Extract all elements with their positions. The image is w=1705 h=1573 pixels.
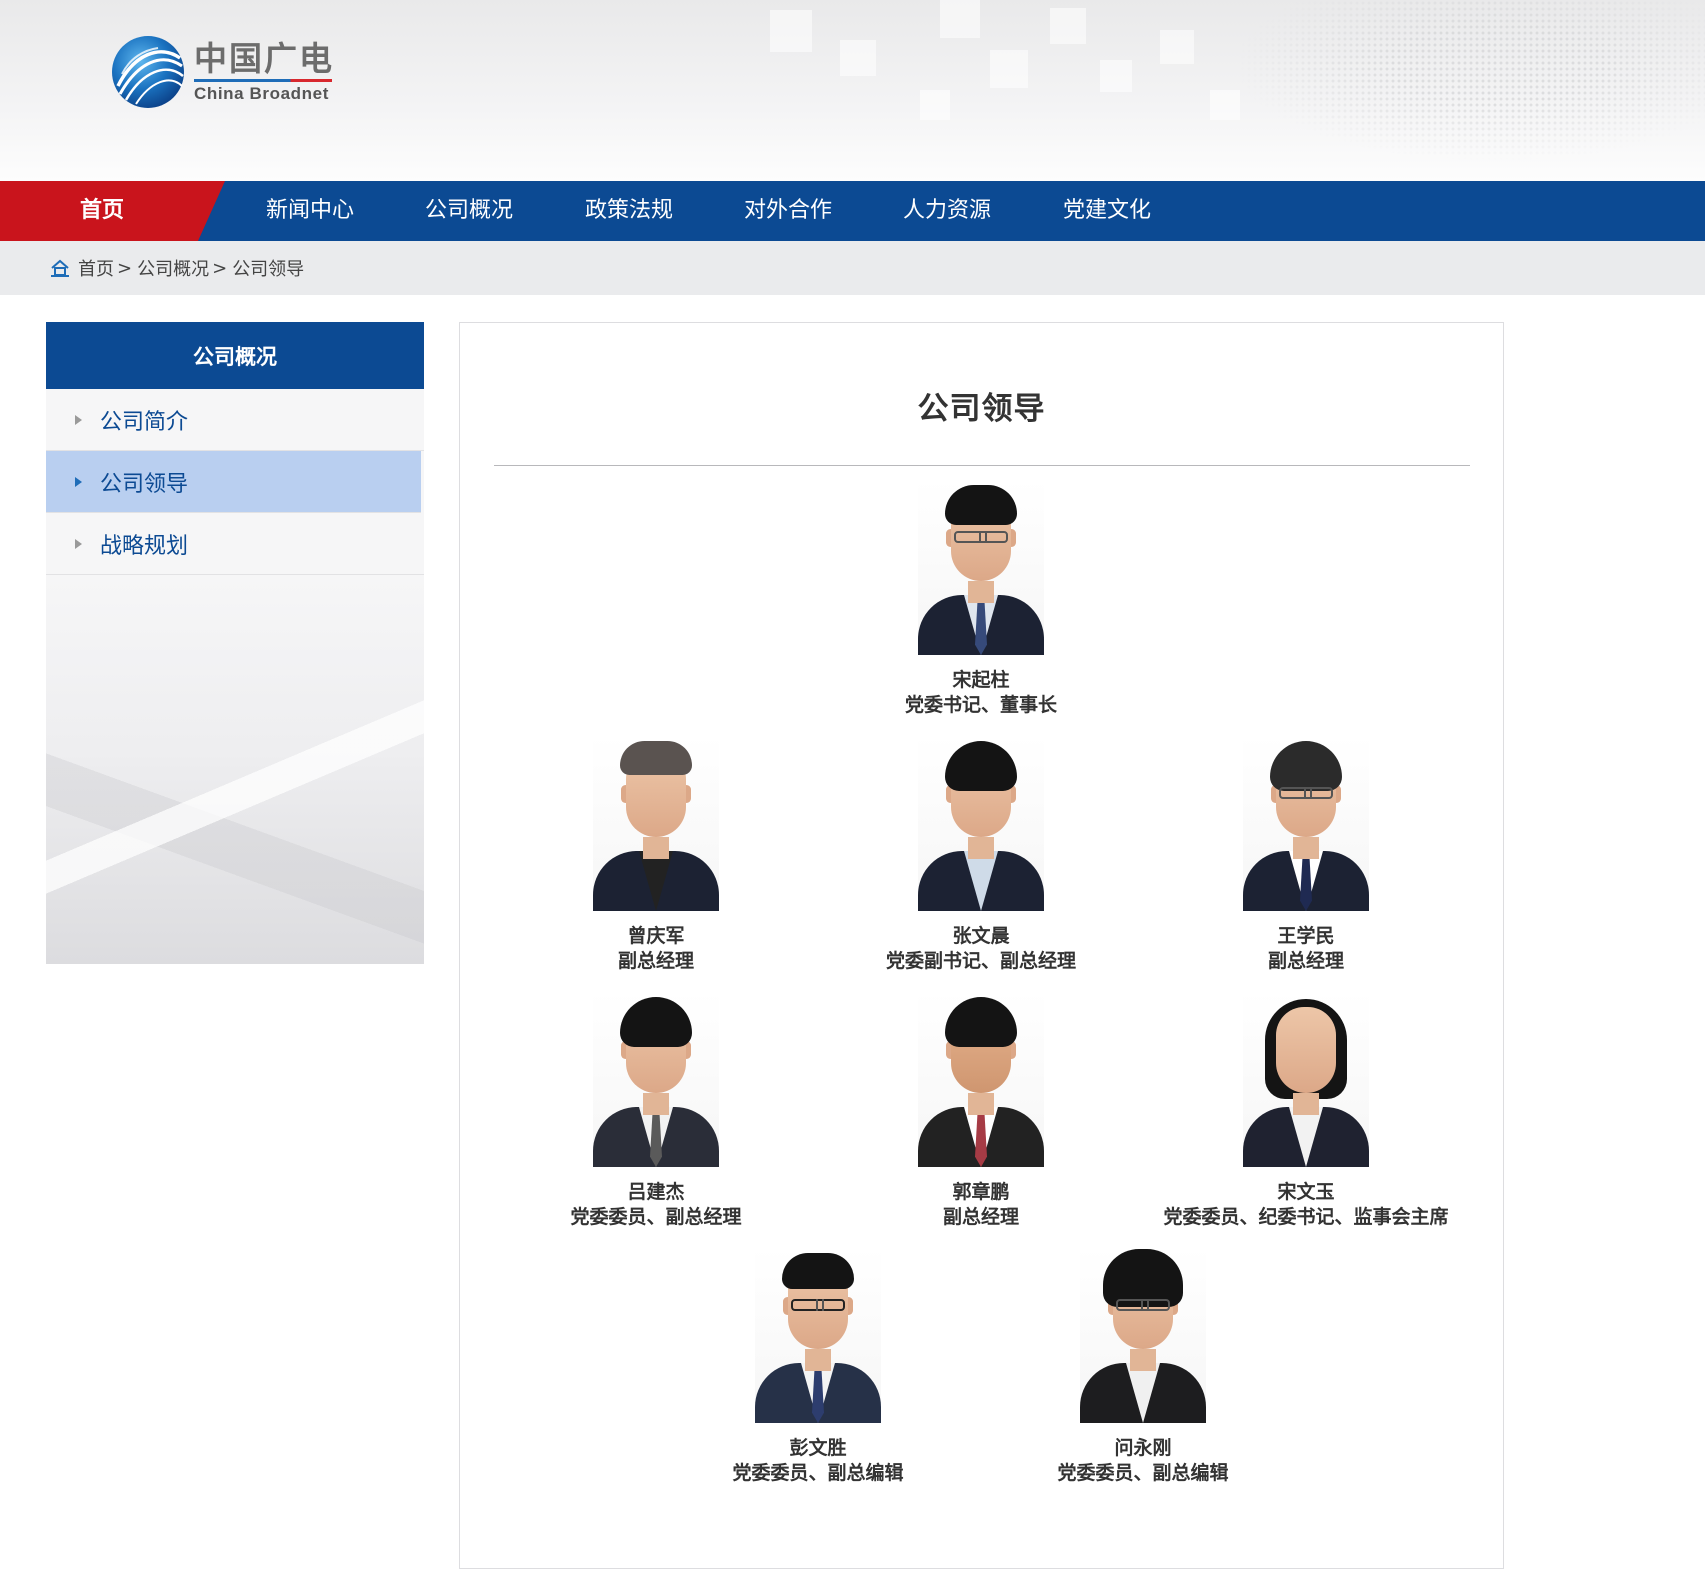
leader-card[interactable]: 张文晨 党委副书记、副总经理 xyxy=(881,735,1081,974)
home-icon xyxy=(51,259,69,277)
leader-photo xyxy=(918,479,1044,655)
leader-name: 问永刚 xyxy=(1114,1437,1172,1459)
breadcrumb: 首页 > 公司概况 > 公司领导 xyxy=(50,241,304,295)
leader-card[interactable]: 宋文玉 党委委员、纪委书记、监事会主席 xyxy=(1136,991,1476,1230)
leader-photo xyxy=(1080,1247,1206,1423)
leader-title: 党委副书记、副总经理 xyxy=(885,950,1076,972)
breadcrumb-current[interactable]: 公司领导 xyxy=(232,255,304,281)
leader-title: 党委书记、董事长 xyxy=(904,694,1057,716)
sidebar-item-strategy[interactable]: 战略规划 xyxy=(46,513,424,575)
leader-card[interactable]: 郭章鹏 副总经理 xyxy=(881,991,1081,1230)
breadcrumb-home[interactable]: 首页 xyxy=(78,255,114,281)
breadcrumb-company[interactable]: 公司概况 xyxy=(137,255,209,281)
world-map-decoration xyxy=(1240,0,1705,160)
leader-title: 党委委员、副总经理 xyxy=(570,1206,742,1228)
nav-item-hr[interactable]: 人力资源 xyxy=(903,181,991,241)
leader-photo xyxy=(918,735,1044,911)
leader-photo xyxy=(593,991,719,1167)
title-divider xyxy=(494,465,1470,466)
leader-photo xyxy=(918,991,1044,1167)
leader-title: 副总经理 xyxy=(617,950,694,972)
leader-name: 宋起柱 xyxy=(952,669,1010,691)
leader-title: 副总经理 xyxy=(1267,950,1344,972)
logo-rule xyxy=(194,79,332,82)
breadcrumb-separator: > xyxy=(117,257,133,279)
leader-name: 吕建杰 xyxy=(627,1181,685,1203)
nav-item-home[interactable]: 首页 xyxy=(80,181,124,241)
breadcrumb-separator: > xyxy=(212,257,228,279)
leader-title: 副总经理 xyxy=(942,1206,1019,1228)
sidebar-item-label: 战略规划 xyxy=(100,533,189,559)
leader-card[interactable]: 彭文胜 党委委员、副总编辑 xyxy=(718,1247,918,1486)
sidebar-menu: 公司简介 公司领导 战略规划 xyxy=(46,389,424,964)
caret-right-icon xyxy=(75,476,82,487)
sidebar-item-leaders[interactable]: 公司领导 xyxy=(46,451,421,513)
breadcrumb-bar: 首页 > 公司概况 > 公司领导 xyxy=(0,241,1705,295)
site-logo[interactable]: 中国广电 China Broadnet xyxy=(110,34,334,110)
nav-item-party[interactable]: 党建文化 xyxy=(1063,181,1151,241)
sidebar-item-label: 公司领导 xyxy=(100,471,189,497)
nav-item-cooperation[interactable]: 对外合作 xyxy=(744,181,832,241)
leader-name: 曾庆军 xyxy=(627,925,685,947)
logo-globe-icon xyxy=(112,36,184,108)
leader-name: 张文晨 xyxy=(952,925,1010,947)
sidebar-title: 公司概况 xyxy=(46,322,424,389)
leader-card[interactable]: 吕建杰 党委委员、副总经理 xyxy=(556,991,756,1230)
caret-right-icon xyxy=(75,538,82,549)
sidebar-item-label: 公司简介 xyxy=(100,409,189,435)
sidebar: 公司概况 公司简介 公司领导 战略规划 xyxy=(46,322,424,965)
leader-photo xyxy=(755,1247,881,1423)
leader-name: 郭章鹏 xyxy=(952,1181,1010,1203)
page-title: 公司领导 xyxy=(917,391,1046,427)
caret-right-icon xyxy=(75,414,82,425)
sidebar-decoration xyxy=(46,575,424,964)
nav-item-news[interactable]: 新闻中心 xyxy=(266,181,354,241)
nav-item-policy[interactable]: 政策法规 xyxy=(585,181,673,241)
leader-card[interactable]: 问永刚 党委委员、副总编辑 xyxy=(1043,1247,1243,1486)
logo-english-text: China Broadnet xyxy=(194,84,329,103)
leader-card[interactable]: 宋起柱 党委书记、董事长 xyxy=(881,479,1081,718)
leader-card[interactable]: 王学民 副总经理 xyxy=(1206,735,1406,974)
leader-photo xyxy=(1243,735,1369,911)
leader-name: 宋文玉 xyxy=(1277,1181,1335,1203)
leader-photo xyxy=(1243,991,1369,1167)
leader-title: 党委委员、副总编辑 xyxy=(1057,1462,1229,1484)
main-content: 公司领导 宋起柱 党委书记、董事长 曾庆军 副总经理 张文晨 党委副书记、副总经… xyxy=(459,322,1504,1569)
leader-card[interactable]: 曾庆军 副总经理 xyxy=(556,735,756,974)
main-nav: 首页 新闻中心 公司概况 政策法规 对外合作 人力资源 党建文化 xyxy=(0,181,1705,241)
logo-chinese-text: 中国广电 xyxy=(194,39,334,78)
leader-title: 党委委员、纪委书记、监事会主席 xyxy=(1163,1206,1449,1228)
site-header: 中国广电 China Broadnet xyxy=(0,0,1705,181)
leader-name: 王学民 xyxy=(1277,925,1335,947)
leader-photo xyxy=(593,735,719,911)
leader-name: 彭文胜 xyxy=(789,1437,847,1459)
nav-item-company[interactable]: 公司概况 xyxy=(425,181,513,241)
leader-title: 党委委员、副总编辑 xyxy=(732,1462,904,1484)
sidebar-item-intro[interactable]: 公司简介 xyxy=(46,389,424,451)
